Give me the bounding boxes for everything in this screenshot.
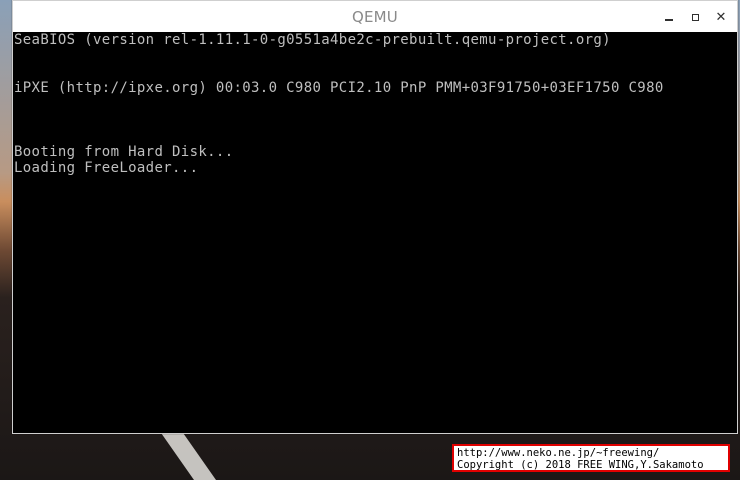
minimize-button[interactable]: [659, 7, 679, 27]
vm-console-display[interactable]: SeaBIOS (version rel-1.11.1-0-g0551a4be2…: [13, 32, 737, 433]
window-title: QEMU: [351, 8, 398, 26]
maximize-button[interactable]: [685, 7, 705, 27]
watermark-url: http://www.neko.ne.jp/~freewing/: [457, 447, 660, 459]
close-icon: ✕: [715, 9, 727, 25]
window-titlebar[interactable]: QEMU ✕: [13, 1, 737, 33]
window-controls: ✕: [659, 7, 731, 27]
console-line-loading: Loading FreeLoader...: [14, 160, 199, 176]
watermark-copyright: Copyright (c) 2018 FREE WING,Y.Sakamoto: [457, 459, 704, 471]
console-line-booting: Booting from Hard Disk...: [14, 144, 234, 160]
minimize-icon: [665, 19, 673, 21]
close-button[interactable]: ✕: [711, 7, 731, 27]
road-marking: [158, 430, 224, 480]
copyright-watermark: http://www.neko.ne.jp/~freewing/ Copyrig…: [452, 444, 730, 472]
console-line-ipxe: iPXE (http://ipxe.org) 00:03.0 C980 PCI2…: [14, 80, 664, 96]
qemu-window[interactable]: QEMU ✕ SeaBIOS (version rel-1.11.1-0-g05…: [12, 0, 738, 434]
console-line-seabios: SeaBIOS (version rel-1.11.1-0-g0551a4be2…: [14, 32, 611, 48]
maximize-icon: [691, 13, 699, 21]
